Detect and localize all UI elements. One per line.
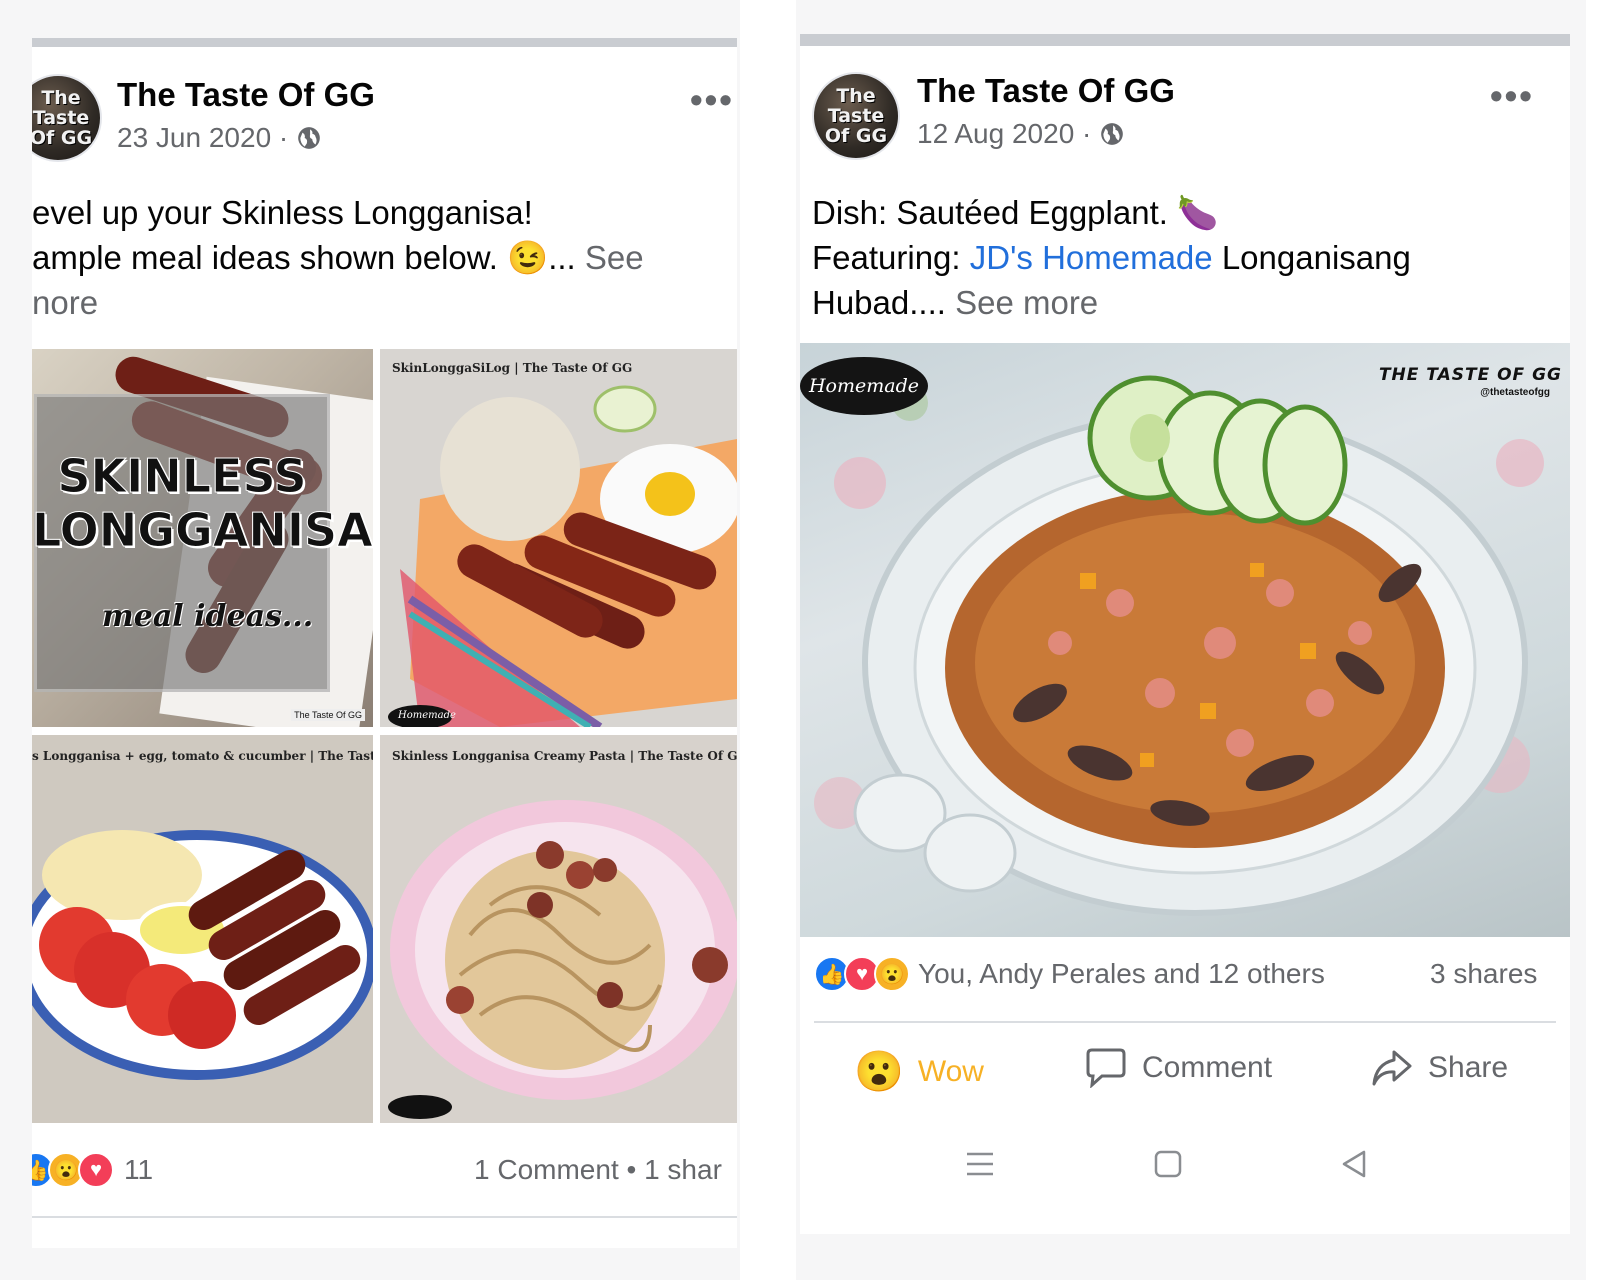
- brand-watermark: THE TASTE OF GG: [1378, 365, 1562, 385]
- right-post-card: The Taste Of GG The Taste Of GG 12 Aug 2…: [800, 34, 1570, 1234]
- photo-label: Skinless Longganisa Creamy Pasta | The T…: [392, 749, 737, 763]
- reactions-divider: [814, 1021, 1556, 1023]
- top-divider: [32, 38, 737, 47]
- left-screenshot: The Taste Of GG The Taste Of GG 23 Jun 2…: [0, 0, 740, 1280]
- share-icon: [1372, 1050, 1412, 1086]
- wow-icon: 😮: [874, 956, 910, 992]
- homemade-badge: Homemade: [800, 357, 928, 415]
- page-avatar[interactable]: The Taste Of GG: [32, 74, 102, 162]
- comment-button[interactable]: Comment: [1084, 1048, 1272, 1088]
- comment-icon: [1086, 1048, 1126, 1088]
- share-button[interactable]: Share: [1370, 1048, 1508, 1088]
- back-icon[interactable]: [1338, 1148, 1370, 1180]
- post-date[interactable]: 23 Jun 2020 ·: [117, 122, 288, 154]
- comment-label: Comment: [1142, 1051, 1273, 1084]
- post-text-line-1: Dish: Sautéed Eggplant. 🍆: [812, 194, 1219, 231]
- more-icon[interactable]: •••: [1490, 78, 1534, 114]
- screenshot-collage: The Taste Of GG The Taste Of GG 23 Jun 2…: [0, 0, 1600, 1280]
- reactions-summary[interactable]: 👍 ♥ 😮 You, Andy Perales and 12 others: [814, 956, 1325, 992]
- overlay-title-line-1: SKINLESS: [57, 449, 307, 504]
- wow-label: Wow: [917, 1054, 984, 1088]
- top-divider: [800, 34, 1570, 46]
- page-avatar[interactable]: The Taste Of GG: [812, 72, 900, 160]
- wow-icon: 😮: [854, 1050, 904, 1094]
- avatar-text: The Taste Of GG: [32, 87, 93, 149]
- love-icon: ♥: [78, 1152, 114, 1188]
- left-post-card: The Taste Of GG The Taste Of GG 23 Jun 2…: [32, 38, 737, 1248]
- wow-reaction-button[interactable]: 😮 Wow: [854, 1048, 984, 1095]
- globe-icon: [1101, 123, 1124, 145]
- right-screenshot: The Taste Of GG The Taste Of GG 12 Aug 2…: [796, 0, 1586, 1280]
- see-more-link-continued[interactable]: nore: [32, 280, 98, 325]
- reactions-divider: [32, 1216, 737, 1218]
- post-meta: 23 Jun 2020 ·: [117, 122, 322, 154]
- post-meta: 12 Aug 2020 ·: [917, 118, 1125, 150]
- share-label: Share: [1428, 1051, 1509, 1084]
- reactions-summary[interactable]: 👍 😮 ♥ 11: [32, 1152, 153, 1188]
- photo-skinlonggasilog[interactable]: SkinLonggaSiLog | The Taste Of GG Homema…: [380, 349, 737, 727]
- more-icon[interactable]: •••: [690, 82, 734, 118]
- photo-longganisa-egg-tomato[interactable]: s Longganisa + egg, tomato & cucumber | …: [32, 735, 373, 1123]
- reaction-count: 11: [124, 1154, 154, 1185]
- photo-sauteed-eggplant[interactable]: Homemade THE TASTE OF GG @thetasteofgg: [800, 343, 1570, 937]
- photo-skinless-longganisa[interactable]: SKINLESS LONGGANISA meal ideas... The Ta…: [32, 349, 373, 727]
- brand-handle: @thetasteofgg: [1480, 387, 1550, 398]
- reactions-text: You, Andy Perales and 12 others: [918, 958, 1325, 989]
- overlay-title: SKINLESS LONGGANISA: [32, 449, 373, 558]
- shares-count[interactable]: 3 shares: [1430, 958, 1537, 990]
- eggplant-dish-illustration: [814, 375, 1544, 916]
- menu-icon[interactable]: [964, 1148, 996, 1180]
- post-text-line-2: ample meal ideas shown below. 😉... See: [32, 235, 644, 280]
- photo-label: s Longganisa + egg, tomato & cucumber | …: [32, 749, 373, 763]
- silog-plate-illustration: [388, 385, 737, 727]
- page-name[interactable]: The Taste Of GG: [917, 72, 1175, 110]
- photo-watermark: The Taste Of GG: [291, 709, 365, 721]
- post-date[interactable]: 12 Aug 2020 ·: [917, 118, 1091, 150]
- overlay-title-line-2: LONGGANISA: [32, 503, 373, 558]
- egg-tomato-plate-illustration: [32, 830, 373, 1080]
- pasta-plate-illustration: [388, 800, 737, 1119]
- photo-longganisa-pasta[interactable]: Skinless Longganisa Creamy Pasta | The T…: [380, 735, 737, 1123]
- post-text-line-3: Hubad.... See more: [812, 280, 1098, 325]
- featuring-product: Longanisang: [1221, 239, 1411, 276]
- featuring-label: Featuring:: [812, 239, 961, 276]
- see-more-link[interactable]: See more: [955, 284, 1098, 321]
- overlay-subtitle: meal ideas...: [102, 599, 314, 634]
- home-square-icon[interactable]: [1152, 1148, 1184, 1180]
- tagged-page-link[interactable]: JD's Homemade: [970, 239, 1213, 276]
- homemade-badge: Homemade: [398, 710, 456, 721]
- post-text-line-2: Featuring: JD's Homemade Longanisang: [812, 235, 1411, 280]
- photo-label: SkinLonggaSiLog | The Taste Of GG: [392, 361, 633, 375]
- post-text-content: ample meal ideas shown below. 😉...: [32, 239, 576, 276]
- avatar-text: The Taste Of GG: [824, 85, 888, 147]
- globe-icon: [298, 127, 321, 149]
- see-more-link[interactable]: See: [585, 239, 644, 276]
- post-text-content: Hubad....: [812, 284, 946, 321]
- comments-shares[interactable]: 1 Comment • 1 shar: [474, 1154, 722, 1186]
- page-name[interactable]: The Taste Of GG: [117, 76, 375, 114]
- post-text-line-1: evel up your Skinless Longganisa!: [32, 194, 533, 231]
